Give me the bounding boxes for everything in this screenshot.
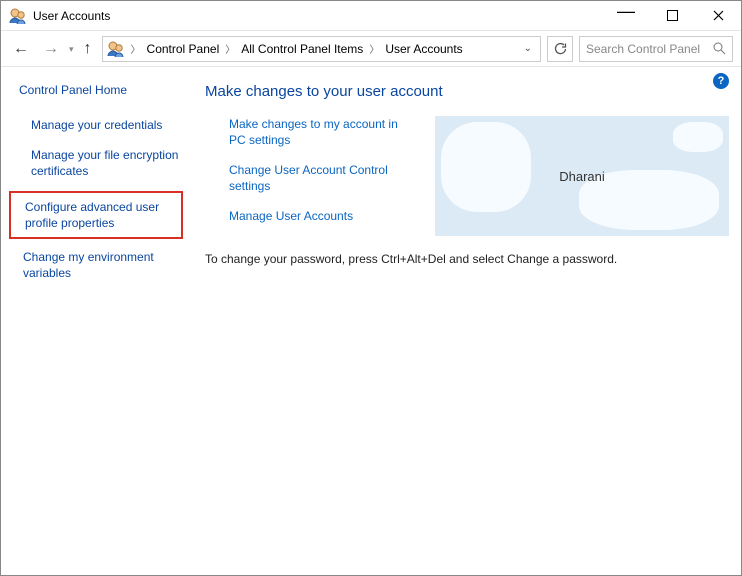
close-button[interactable] [695,1,741,31]
maximize-button[interactable] [649,1,695,31]
highlighted-sidebar-item: Configure advanced user profile properti… [9,191,183,239]
profile-name: Dharani [559,169,605,184]
breadcrumb-user-accounts[interactable]: User Accounts [385,42,462,56]
sidebar-link-credentials[interactable]: Manage your credentials [19,115,187,135]
content-area: Control Panel Home Manage your credentia… [1,67,741,575]
back-button[interactable]: ← [9,40,33,58]
title-bar: User Accounts — [1,1,741,31]
profile-tile: Dharani [435,116,729,236]
refresh-button[interactable] [547,36,573,62]
forward-button[interactable]: → [39,40,63,58]
up-button[interactable]: ↑ [80,40,96,58]
control-panel-home-link[interactable]: Control Panel Home [19,83,187,97]
main-panel: ? Make changes to your user account Make… [197,67,741,575]
chevron-right-icon[interactable]: 〉 [367,41,381,56]
help-button[interactable]: ? [713,73,729,89]
breadcrumb-control-panel[interactable]: Control Panel [147,42,220,56]
history-dropdown[interactable]: ▾ [69,44,74,55]
search-icon [713,42,726,55]
action-pc-settings[interactable]: Make changes to my account in PC setting… [205,116,415,148]
sidebar-link-advanced-profile[interactable]: Configure advanced user profile properti… [21,197,175,233]
address-dropdown[interactable]: ⌄ [524,43,536,54]
address-icon [107,40,125,58]
action-uac-settings[interactable]: Change User Account Control settings [205,162,415,194]
chevron-right-icon[interactable]: 〉 [223,41,237,56]
page-heading: Make changes to your user account [205,83,729,100]
user-accounts-icon [9,7,27,25]
toolbar: ← → ▾ ↑ 〉 Control Panel 〉 All Control Pa… [1,31,741,67]
breadcrumb-all-items[interactable]: All Control Panel Items [241,42,363,56]
action-manage-accounts[interactable]: Manage User Accounts [205,208,415,224]
search-placeholder: Search Control Panel [586,42,713,56]
action-links: Make changes to my account in PC setting… [205,116,415,238]
chevron-right-icon[interactable]: 〉 [129,41,143,56]
password-hint-text: To change your password, press Ctrl+Alt+… [205,252,729,266]
sidebar-link-env-variables[interactable]: Change my environment variables [19,247,187,283]
sidebar: Control Panel Home Manage your credentia… [1,67,197,575]
sidebar-link-file-encryption[interactable]: Manage your file encryption certificates [19,145,187,181]
window-title: User Accounts [33,9,110,23]
address-bar[interactable]: 〉 Control Panel 〉 All Control Panel Item… [102,36,541,62]
search-input[interactable]: Search Control Panel [579,36,733,62]
minimize-button[interactable]: — [603,0,649,27]
